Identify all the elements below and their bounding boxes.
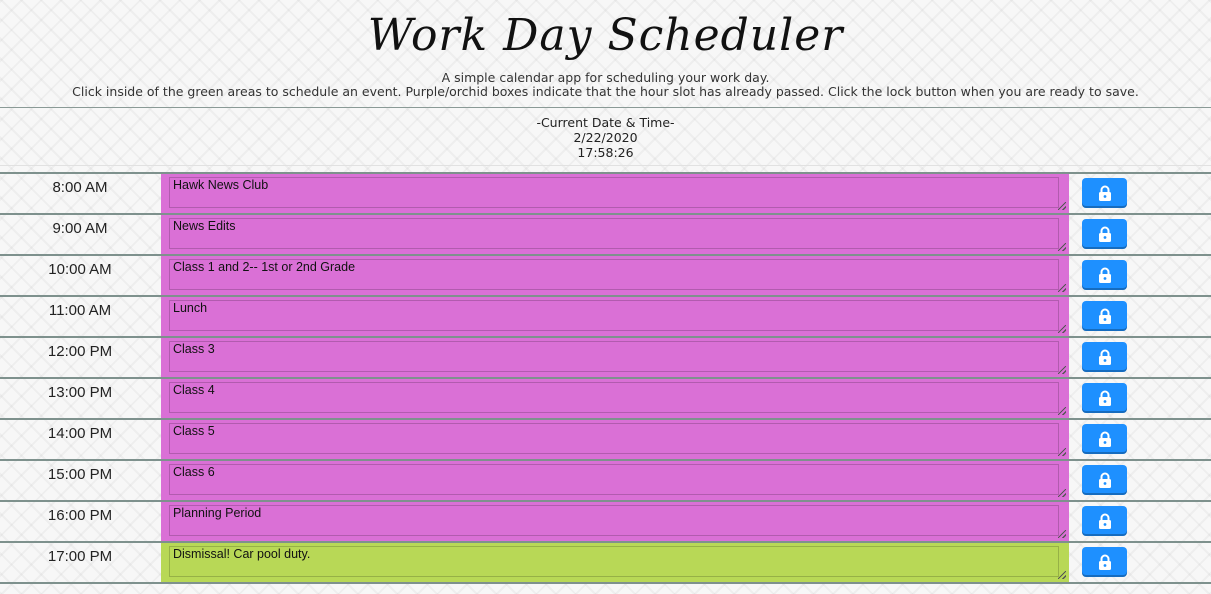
page-instructions: Click inside of the green areas to sched… <box>72 84 1139 99</box>
save-button[interactable] <box>1082 506 1127 536</box>
event-textarea[interactable]: Hawk News Club <box>169 177 1059 208</box>
hour-label: 10:00 AM <box>48 261 112 278</box>
save-button[interactable] <box>1082 547 1127 577</box>
event-slot[interactable]: Class 6 <box>161 461 1069 500</box>
time-block-row: 14:00 PM Class 5 <box>0 418 1211 459</box>
hour-label: 17:00 PM <box>47 548 113 565</box>
save-button[interactable] <box>1082 465 1127 495</box>
page-header: Work Day Scheduler A simple calendar app… <box>0 0 1211 108</box>
save-button[interactable] <box>1082 301 1127 331</box>
time-block-row: 11:00 AM Lunch <box>0 295 1211 336</box>
lock-icon <box>1098 431 1111 447</box>
resize-grip-icon[interactable] <box>1058 243 1066 251</box>
event-textarea[interactable]: Planning Period <box>169 505 1059 536</box>
save-button[interactable] <box>1082 424 1127 454</box>
hour-label: 12:00 PM <box>47 343 113 360</box>
save-button[interactable] <box>1082 383 1127 413</box>
current-datetime: -Current Date & Time- 2/22/2020 17:58:26 <box>0 108 1211 166</box>
event-slot[interactable]: News Edits <box>161 215 1069 254</box>
lock-icon <box>1098 267 1111 283</box>
event-textarea[interactable]: Dismissal! Car pool duty. <box>169 546 1059 577</box>
event-slot[interactable]: Dismissal! Car pool duty. <box>161 543 1069 582</box>
save-button[interactable] <box>1082 219 1127 249</box>
event-textarea[interactable]: Class 6 <box>169 464 1059 495</box>
event-textarea[interactable]: Class 1 and 2-- 1st or 2nd Grade <box>169 259 1059 290</box>
lock-icon <box>1098 308 1111 324</box>
page-title: Work Day Scheduler <box>367 10 844 61</box>
event-slot[interactable]: Class 3 <box>161 338 1069 377</box>
event-textarea[interactable]: News Edits <box>169 218 1059 249</box>
resize-grip-icon[interactable] <box>1058 571 1066 579</box>
lock-icon <box>1098 390 1111 406</box>
hour-label: 8:00 AM <box>52 179 108 196</box>
save-button[interactable] <box>1082 342 1127 372</box>
time-block-row: 17:00 PM Dismissal! Car pool duty. <box>0 541 1211 584</box>
page-subtitle: A simple calendar app for scheduling you… <box>441 70 770 85</box>
hour-label: 13:00 PM <box>47 384 113 401</box>
hour-label: 14:00 PM <box>47 425 113 442</box>
resize-grip-icon[interactable] <box>1058 202 1066 210</box>
event-textarea[interactable]: Lunch <box>169 300 1059 331</box>
time-block-row: 15:00 PM Class 6 <box>0 459 1211 500</box>
save-button[interactable] <box>1082 260 1127 290</box>
event-slot[interactable]: Planning Period <box>161 502 1069 541</box>
current-date: 2/22/2020 <box>573 130 638 145</box>
lock-icon <box>1098 554 1111 570</box>
resize-grip-icon[interactable] <box>1058 489 1066 497</box>
hour-label: 9:00 AM <box>52 220 108 237</box>
event-textarea[interactable]: Class 5 <box>169 423 1059 454</box>
lock-icon <box>1098 185 1111 201</box>
hour-label: 15:00 PM <box>47 466 113 483</box>
event-textarea[interactable]: Class 3 <box>169 341 1059 372</box>
time-block-row: 16:00 PM Planning Period <box>0 500 1211 541</box>
event-slot[interactable]: Hawk News Club <box>161 174 1069 213</box>
datetime-label: -Current Date & Time- <box>536 115 675 130</box>
lock-icon <box>1098 349 1111 365</box>
event-textarea[interactable]: Class 4 <box>169 382 1059 413</box>
resize-grip-icon[interactable] <box>1058 530 1066 538</box>
resize-grip-icon[interactable] <box>1058 284 1066 292</box>
current-time: 17:58:26 <box>577 145 634 160</box>
time-block-row: 8:00 AM Hawk News Club <box>0 172 1211 213</box>
lock-icon <box>1098 226 1111 242</box>
save-button[interactable] <box>1082 178 1127 208</box>
resize-grip-icon[interactable] <box>1058 407 1066 415</box>
resize-grip-icon[interactable] <box>1058 448 1066 456</box>
hour-label: 11:00 AM <box>48 302 112 319</box>
resize-grip-icon[interactable] <box>1058 366 1066 374</box>
time-block-row: 10:00 AM Class 1 and 2-- 1st or 2nd Grad… <box>0 254 1211 295</box>
event-slot[interactable]: Lunch <box>161 297 1069 336</box>
lock-icon <box>1098 472 1111 488</box>
time-block-row: 12:00 PM Class 3 <box>0 336 1211 377</box>
time-block-row: 9:00 AM News Edits <box>0 213 1211 254</box>
schedule-rows: 8:00 AM Hawk News Club 9:00 AM News Edit… <box>0 172 1211 584</box>
lock-icon <box>1098 513 1111 529</box>
resize-grip-icon[interactable] <box>1058 325 1066 333</box>
event-slot[interactable]: Class 4 <box>161 379 1069 418</box>
event-slot[interactable]: Class 1 and 2-- 1st or 2nd Grade <box>161 256 1069 295</box>
time-block-row: 13:00 PM Class 4 <box>0 377 1211 418</box>
event-slot[interactable]: Class 5 <box>161 420 1069 459</box>
hour-label: 16:00 PM <box>47 507 113 524</box>
